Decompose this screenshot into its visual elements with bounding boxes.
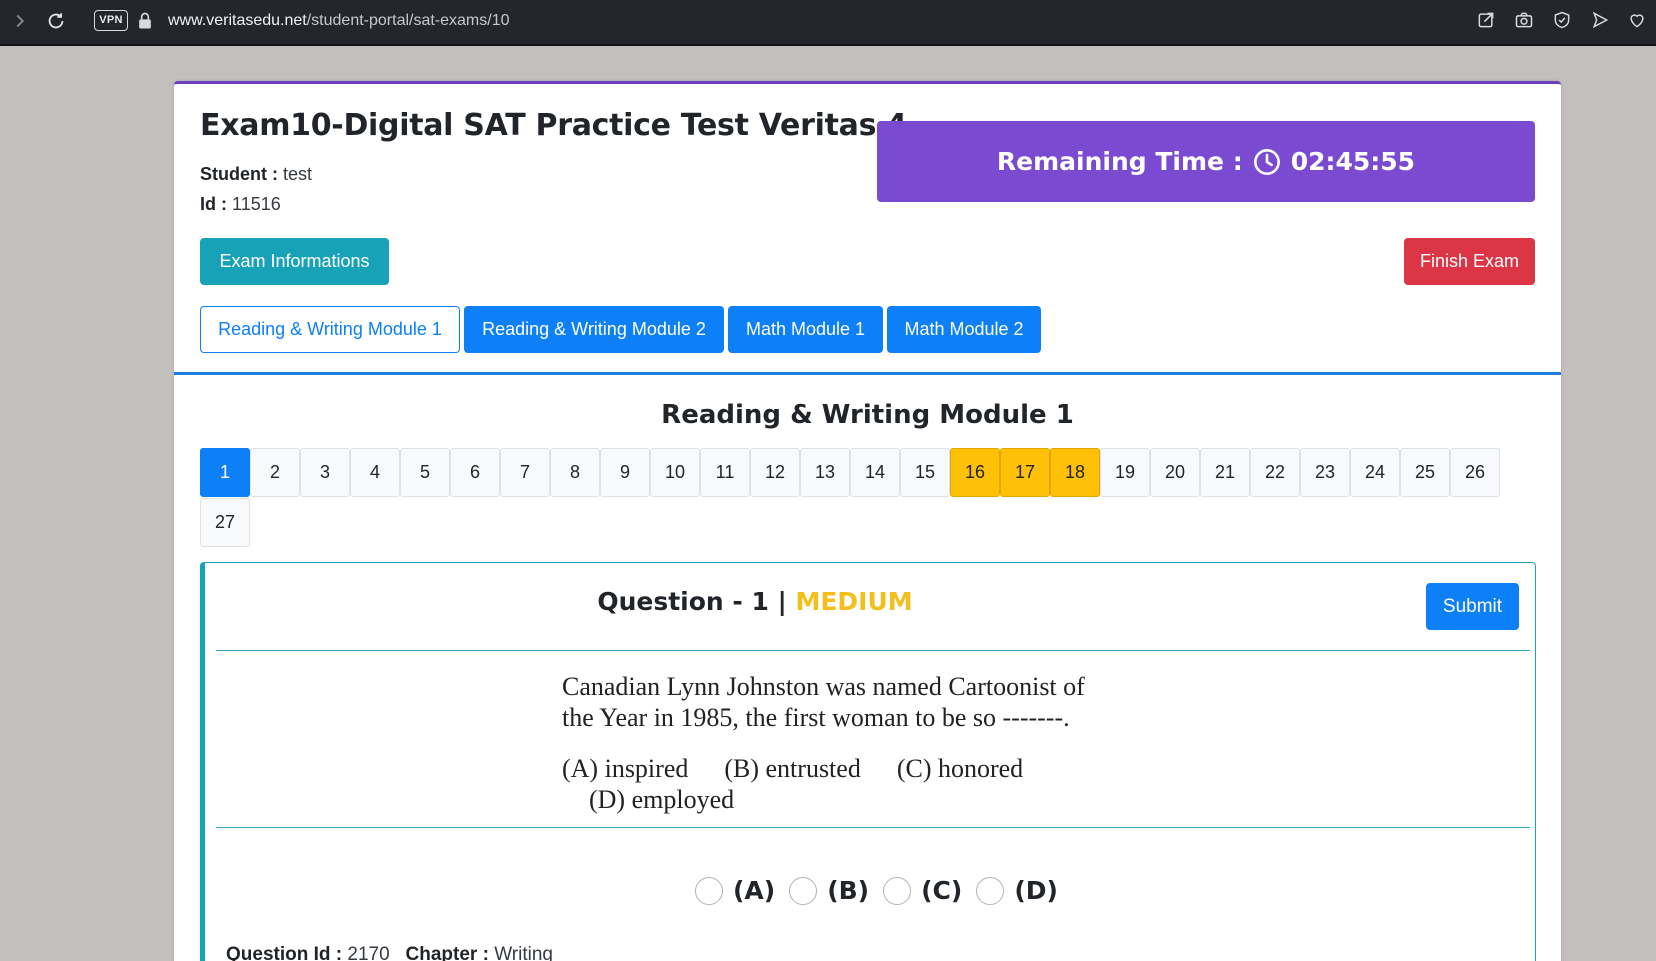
radio-d[interactable] (976, 876, 1005, 905)
question-nav-button-20[interactable]: 20 (1150, 448, 1200, 497)
chapter-label: Chapter : (405, 944, 489, 961)
question-nav-button-9[interactable]: 9 (600, 448, 650, 497)
id-value: 11516 (232, 194, 281, 214)
question-nav-button-1[interactable]: 1 (200, 448, 250, 497)
answer-d[interactable]: (D) (976, 876, 1058, 905)
tab-math-module-1[interactable]: Math Module 1 (728, 306, 883, 353)
question-text-line: the Year in 1985, the first woman to be … (562, 703, 1070, 732)
question-id-value: 2170 (347, 944, 390, 961)
clock-icon (1253, 148, 1280, 175)
chapter-value: Writing (494, 944, 553, 961)
question-text: Canadian Lynn Johnston was named Cartoon… (562, 671, 1162, 733)
submit-button[interactable]: Submit (1426, 583, 1519, 630)
answer-c[interactable]: (C) (883, 876, 962, 905)
question-nav-button-4[interactable]: 4 (350, 448, 400, 497)
camera-icon[interactable] (1514, 10, 1536, 32)
remaining-time-value: 02:45:55 (1290, 147, 1416, 176)
question-nav-button-17[interactable]: 17 (1000, 448, 1050, 497)
question-heading: Question - 1 | MEDIUM (205, 587, 1305, 616)
question-divider-top (216, 650, 1530, 651)
student-info: Student : test (200, 164, 312, 185)
module-title: Reading & Writing Module 1 (661, 400, 1074, 430)
heart-icon[interactable] (1627, 10, 1649, 32)
question-nav-button-21[interactable]: 21 (1200, 448, 1250, 497)
id-info: Id : 11516 (200, 194, 281, 215)
question-options: (A) inspired (B) entrusted (C) honored (D)… (562, 753, 1182, 815)
forward-icon[interactable] (9, 10, 31, 32)
answer-a[interactable]: (A) (695, 876, 775, 905)
url-path: /student-portal/sat-exams/10 (306, 12, 510, 29)
answer-b[interactable]: (B) (789, 876, 869, 905)
student-value: test (283, 164, 313, 184)
answer-choices: (A) (B) (C) (D) (695, 876, 1058, 905)
question-id-label: Question Id : (226, 944, 343, 961)
question-divider-bottom (216, 827, 1530, 828)
tab-reading-writing-module-2[interactable]: Reading & Writing Module 2 (464, 306, 724, 353)
question-nav-button-27[interactable]: 27 (200, 498, 250, 547)
remaining-time-label: Remaining Time : (996, 147, 1243, 176)
difficulty-label: MEDIUM (795, 587, 913, 616)
send-icon[interactable] (1590, 10, 1612, 32)
question-number: Question - 1 | (597, 587, 787, 616)
option-b-text: (B) entrusted (724, 754, 861, 783)
exam-title: Exam10-Digital SAT Practice Test Veritas… (200, 108, 907, 143)
question-footer: Question Id : 2170 Chapter : Writing (226, 944, 553, 961)
address-bar[interactable]: www.veritasedu.net/student-portal/sat-ex… (168, 10, 510, 32)
radio-a[interactable] (695, 876, 723, 905)
question-nav-button-7[interactable]: 7 (500, 448, 550, 497)
question-text-line: Canadian Lynn Johnston was named Cartoon… (562, 672, 1085, 701)
vpn-badge[interactable]: VPN (94, 10, 128, 31)
question-nav-button-16[interactable]: 16 (950, 448, 1000, 497)
browser-toolbar: VPN www.veritasedu.net/student-portal/sa… (0, 0, 1656, 46)
option-d-text: (D) employed (589, 785, 735, 814)
question-nav-button-13[interactable]: 13 (800, 448, 850, 497)
question-nav-button-3[interactable]: 3 (300, 448, 350, 497)
question-nav-button-24[interactable]: 24 (1350, 448, 1400, 497)
radio-b[interactable] (789, 876, 818, 905)
student-label: Student : (200, 164, 278, 184)
answer-a-label: (A) (733, 876, 776, 905)
question-nav-button-18[interactable]: 18 (1050, 448, 1100, 497)
option-a-text: (A) inspired (562, 754, 689, 783)
question-nav-button-14[interactable]: 14 (850, 448, 900, 497)
exam-informations-button[interactable]: Exam Informations (200, 238, 389, 285)
remaining-time-box: Remaining Time : 02:45:55 (877, 121, 1535, 202)
option-c-text: (C) honored (896, 754, 1024, 783)
id-label: Id : (200, 194, 227, 214)
share-edit-icon[interactable] (1476, 10, 1498, 32)
answer-c-label: (C) (921, 876, 963, 905)
lock-icon[interactable] (135, 11, 157, 33)
question-nav-button-11[interactable]: 11 (700, 448, 750, 497)
question-nav-button-15[interactable]: 15 (900, 448, 950, 497)
tab-math-module-2[interactable]: Math Module 2 (887, 306, 1041, 353)
question-nav-button-10[interactable]: 10 (650, 448, 700, 497)
question-nav-button-6[interactable]: 6 (450, 448, 500, 497)
answer-d-label: (D) (1014, 876, 1058, 905)
shield-check-icon[interactable] (1552, 10, 1574, 32)
radio-c[interactable] (883, 876, 912, 905)
question-nav-button-19[interactable]: 19 (1100, 448, 1150, 497)
section-divider (174, 372, 1561, 375)
question-nav-button-22[interactable]: 22 (1250, 448, 1300, 497)
question-nav-button-2[interactable]: 2 (250, 448, 300, 497)
url-domain: www.veritasedu.net (168, 12, 307, 29)
question-nav-button-5[interactable]: 5 (400, 448, 450, 497)
question-nav-button-12[interactable]: 12 (750, 448, 800, 497)
answer-b-label: (B) (827, 876, 870, 905)
question-nav-button-23[interactable]: 23 (1300, 448, 1350, 497)
question-nav-button-26[interactable]: 26 (1450, 448, 1500, 497)
exam-card: Exam10-Digital SAT Practice Test Veritas… (174, 81, 1561, 961)
question-panel: Question - 1 | MEDIUM Submit Canadian Ly… (200, 562, 1536, 961)
reload-icon[interactable] (45, 10, 67, 32)
question-nav-button-25[interactable]: 25 (1400, 448, 1450, 497)
finish-exam-button[interactable]: Finish Exam (1404, 238, 1535, 285)
tab-reading-writing-module-1[interactable]: Reading & Writing Module 1 (200, 306, 460, 353)
question-nav-button-8[interactable]: 8 (550, 448, 600, 497)
